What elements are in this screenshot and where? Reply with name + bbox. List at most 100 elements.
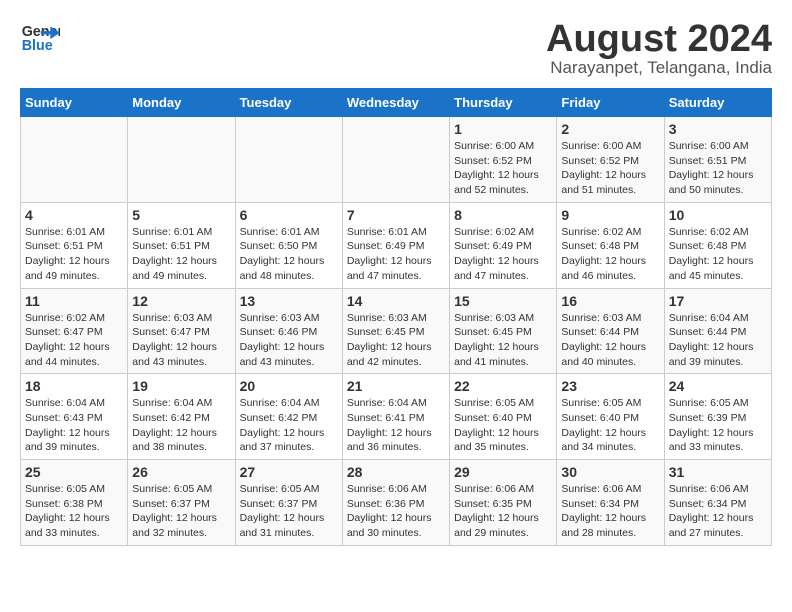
page-title: August 2024 [546,20,772,58]
day-info: Sunrise: 6:05 AM Sunset: 6:40 PM Dayligh… [561,396,659,455]
header-friday: Friday [557,89,664,117]
header-wednesday: Wednesday [342,89,449,117]
calendar-cell: 31 Sunrise: 6:06 AM Sunset: 6:34 PM Dayli… [664,460,771,546]
day-info: Sunrise: 6:00 AM Sunset: 6:52 PM Dayligh… [454,139,552,198]
header-row: SundayMondayTuesdayWednesdayThursdayFrid… [21,89,772,117]
week-row-2: 4 Sunrise: 6:01 AM Sunset: 6:51 PM Daylig… [21,202,772,288]
day-number: 10 [669,207,767,223]
day-number: 27 [240,464,338,480]
day-number: 4 [25,207,123,223]
day-number: 14 [347,293,445,309]
day-number: 1 [454,121,552,137]
calendar-cell [235,117,342,203]
day-info: Sunrise: 6:05 AM Sunset: 6:38 PM Dayligh… [25,482,123,541]
week-row-4: 18 Sunrise: 6:04 AM Sunset: 6:43 PM Dayli… [21,374,772,460]
day-info: Sunrise: 6:02 AM Sunset: 6:47 PM Dayligh… [25,311,123,370]
week-row-3: 11Sunrise: 6:02 AM Sunset: 6:47 PM Dayli… [21,288,772,374]
day-number: 31 [669,464,767,480]
calendar-cell: 10 Sunrise: 6:02 AM Sunset: 6:48 PM Dayli… [664,202,771,288]
calendar-cell: 27 Sunrise: 6:05 AM Sunset: 6:37 PM Dayli… [235,460,342,546]
calendar-cell: 22Sunrise: 6:05 AM Sunset: 6:40 PM Dayli… [450,374,557,460]
svg-text:Blue: Blue [22,38,53,54]
calendar-cell: 16 Sunrise: 6:03 AM Sunset: 6:44 PM Dayli… [557,288,664,374]
day-number: 21 [347,378,445,394]
day-info: Sunrise: 6:04 AM Sunset: 6:42 PM Dayligh… [132,396,230,455]
day-info: Sunrise: 6:06 AM Sunset: 6:35 PM Dayligh… [454,482,552,541]
day-info: Sunrise: 6:01 AM Sunset: 6:51 PM Dayligh… [25,225,123,284]
calendar-cell: 13 Sunrise: 6:03 AM Sunset: 6:46 PM Dayli… [235,288,342,374]
day-info: Sunrise: 6:06 AM Sunset: 6:34 PM Dayligh… [669,482,767,541]
calendar-cell: 20 Sunrise: 6:04 AM Sunset: 6:42 PM Dayli… [235,374,342,460]
calendar-cell: 25 Sunrise: 6:05 AM Sunset: 6:38 PM Dayli… [21,460,128,546]
calendar-table: SundayMondayTuesdayWednesdayThursdayFrid… [20,88,772,546]
week-row-5: 25 Sunrise: 6:05 AM Sunset: 6:38 PM Dayli… [21,460,772,546]
day-number: 6 [240,207,338,223]
title-block: August 2024 Narayanpet, Telangana, India [546,20,772,78]
day-info: Sunrise: 6:03 AM Sunset: 6:45 PM Dayligh… [454,311,552,370]
day-number: 5 [132,207,230,223]
calendar-cell: 18 Sunrise: 6:04 AM Sunset: 6:43 PM Dayli… [21,374,128,460]
day-number: 3 [669,121,767,137]
week-row-1: 1 Sunrise: 6:00 AM Sunset: 6:52 PM Daylig… [21,117,772,203]
day-info: Sunrise: 6:06 AM Sunset: 6:34 PM Dayligh… [561,482,659,541]
day-info: Sunrise: 6:02 AM Sunset: 6:48 PM Dayligh… [561,225,659,284]
day-number: 26 [132,464,230,480]
day-info: Sunrise: 6:03 AM Sunset: 6:44 PM Dayligh… [561,311,659,370]
day-info: Sunrise: 6:02 AM Sunset: 6:48 PM Dayligh… [669,225,767,284]
day-number: 25 [25,464,123,480]
calendar-cell: 2 Sunrise: 6:00 AM Sunset: 6:52 PM Daylig… [557,117,664,203]
calendar-cell: 23 Sunrise: 6:05 AM Sunset: 6:40 PM Dayli… [557,374,664,460]
day-number: 8 [454,207,552,223]
day-info: Sunrise: 6:04 AM Sunset: 6:41 PM Dayligh… [347,396,445,455]
day-number: 22 [454,378,552,394]
day-info: Sunrise: 6:03 AM Sunset: 6:45 PM Dayligh… [347,311,445,370]
calendar-cell: 26 Sunrise: 6:05 AM Sunset: 6:37 PM Dayli… [128,460,235,546]
day-info: Sunrise: 6:04 AM Sunset: 6:44 PM Dayligh… [669,311,767,370]
calendar-cell: 9 Sunrise: 6:02 AM Sunset: 6:48 PM Daylig… [557,202,664,288]
day-number: 16 [561,293,659,309]
calendar-cell: 11Sunrise: 6:02 AM Sunset: 6:47 PM Dayli… [21,288,128,374]
day-info: Sunrise: 6:01 AM Sunset: 6:49 PM Dayligh… [347,225,445,284]
day-number: 13 [240,293,338,309]
day-number: 15 [454,293,552,309]
calendar-cell: 21 Sunrise: 6:04 AM Sunset: 6:41 PM Dayli… [342,374,449,460]
day-info: Sunrise: 6:05 AM Sunset: 6:37 PM Dayligh… [132,482,230,541]
calendar-cell [342,117,449,203]
logo-icon: General Blue [20,20,60,55]
calendar-cell: 3Sunrise: 6:00 AM Sunset: 6:51 PM Daylig… [664,117,771,203]
day-number: 29 [454,464,552,480]
header-saturday: Saturday [664,89,771,117]
day-number: 12 [132,293,230,309]
day-number: 18 [25,378,123,394]
day-number: 9 [561,207,659,223]
calendar-cell: 29 Sunrise: 6:06 AM Sunset: 6:35 PM Dayli… [450,460,557,546]
calendar-cell [21,117,128,203]
day-info: Sunrise: 6:04 AM Sunset: 6:42 PM Dayligh… [240,396,338,455]
day-info: Sunrise: 6:03 AM Sunset: 6:47 PM Dayligh… [132,311,230,370]
header-monday: Monday [128,89,235,117]
calendar-cell: 17 Sunrise: 6:04 AM Sunset: 6:44 PM Dayli… [664,288,771,374]
day-number: 20 [240,378,338,394]
calendar-cell: 30 Sunrise: 6:06 AM Sunset: 6:34 PM Dayli… [557,460,664,546]
header-tuesday: Tuesday [235,89,342,117]
day-info: Sunrise: 6:05 AM Sunset: 6:39 PM Dayligh… [669,396,767,455]
calendar-cell: 1 Sunrise: 6:00 AM Sunset: 6:52 PM Daylig… [450,117,557,203]
day-number: 2 [561,121,659,137]
day-number: 23 [561,378,659,394]
calendar-cell: 7Sunrise: 6:01 AM Sunset: 6:49 PM Daylig… [342,202,449,288]
day-number: 17 [669,293,767,309]
calendar-cell [128,117,235,203]
day-info: Sunrise: 6:02 AM Sunset: 6:49 PM Dayligh… [454,225,552,284]
day-number: 30 [561,464,659,480]
calendar-cell: 19Sunrise: 6:04 AM Sunset: 6:42 PM Dayli… [128,374,235,460]
day-info: Sunrise: 6:04 AM Sunset: 6:43 PM Dayligh… [25,396,123,455]
day-info: Sunrise: 6:05 AM Sunset: 6:37 PM Dayligh… [240,482,338,541]
day-info: Sunrise: 6:03 AM Sunset: 6:46 PM Dayligh… [240,311,338,370]
header-sunday: Sunday [21,89,128,117]
calendar-cell: 24Sunrise: 6:05 AM Sunset: 6:39 PM Dayli… [664,374,771,460]
day-info: Sunrise: 6:00 AM Sunset: 6:52 PM Dayligh… [561,139,659,198]
day-info: Sunrise: 6:01 AM Sunset: 6:50 PM Dayligh… [240,225,338,284]
calendar-cell: 4 Sunrise: 6:01 AM Sunset: 6:51 PM Daylig… [21,202,128,288]
calendar-cell: 28Sunrise: 6:06 AM Sunset: 6:36 PM Dayli… [342,460,449,546]
header-thursday: Thursday [450,89,557,117]
